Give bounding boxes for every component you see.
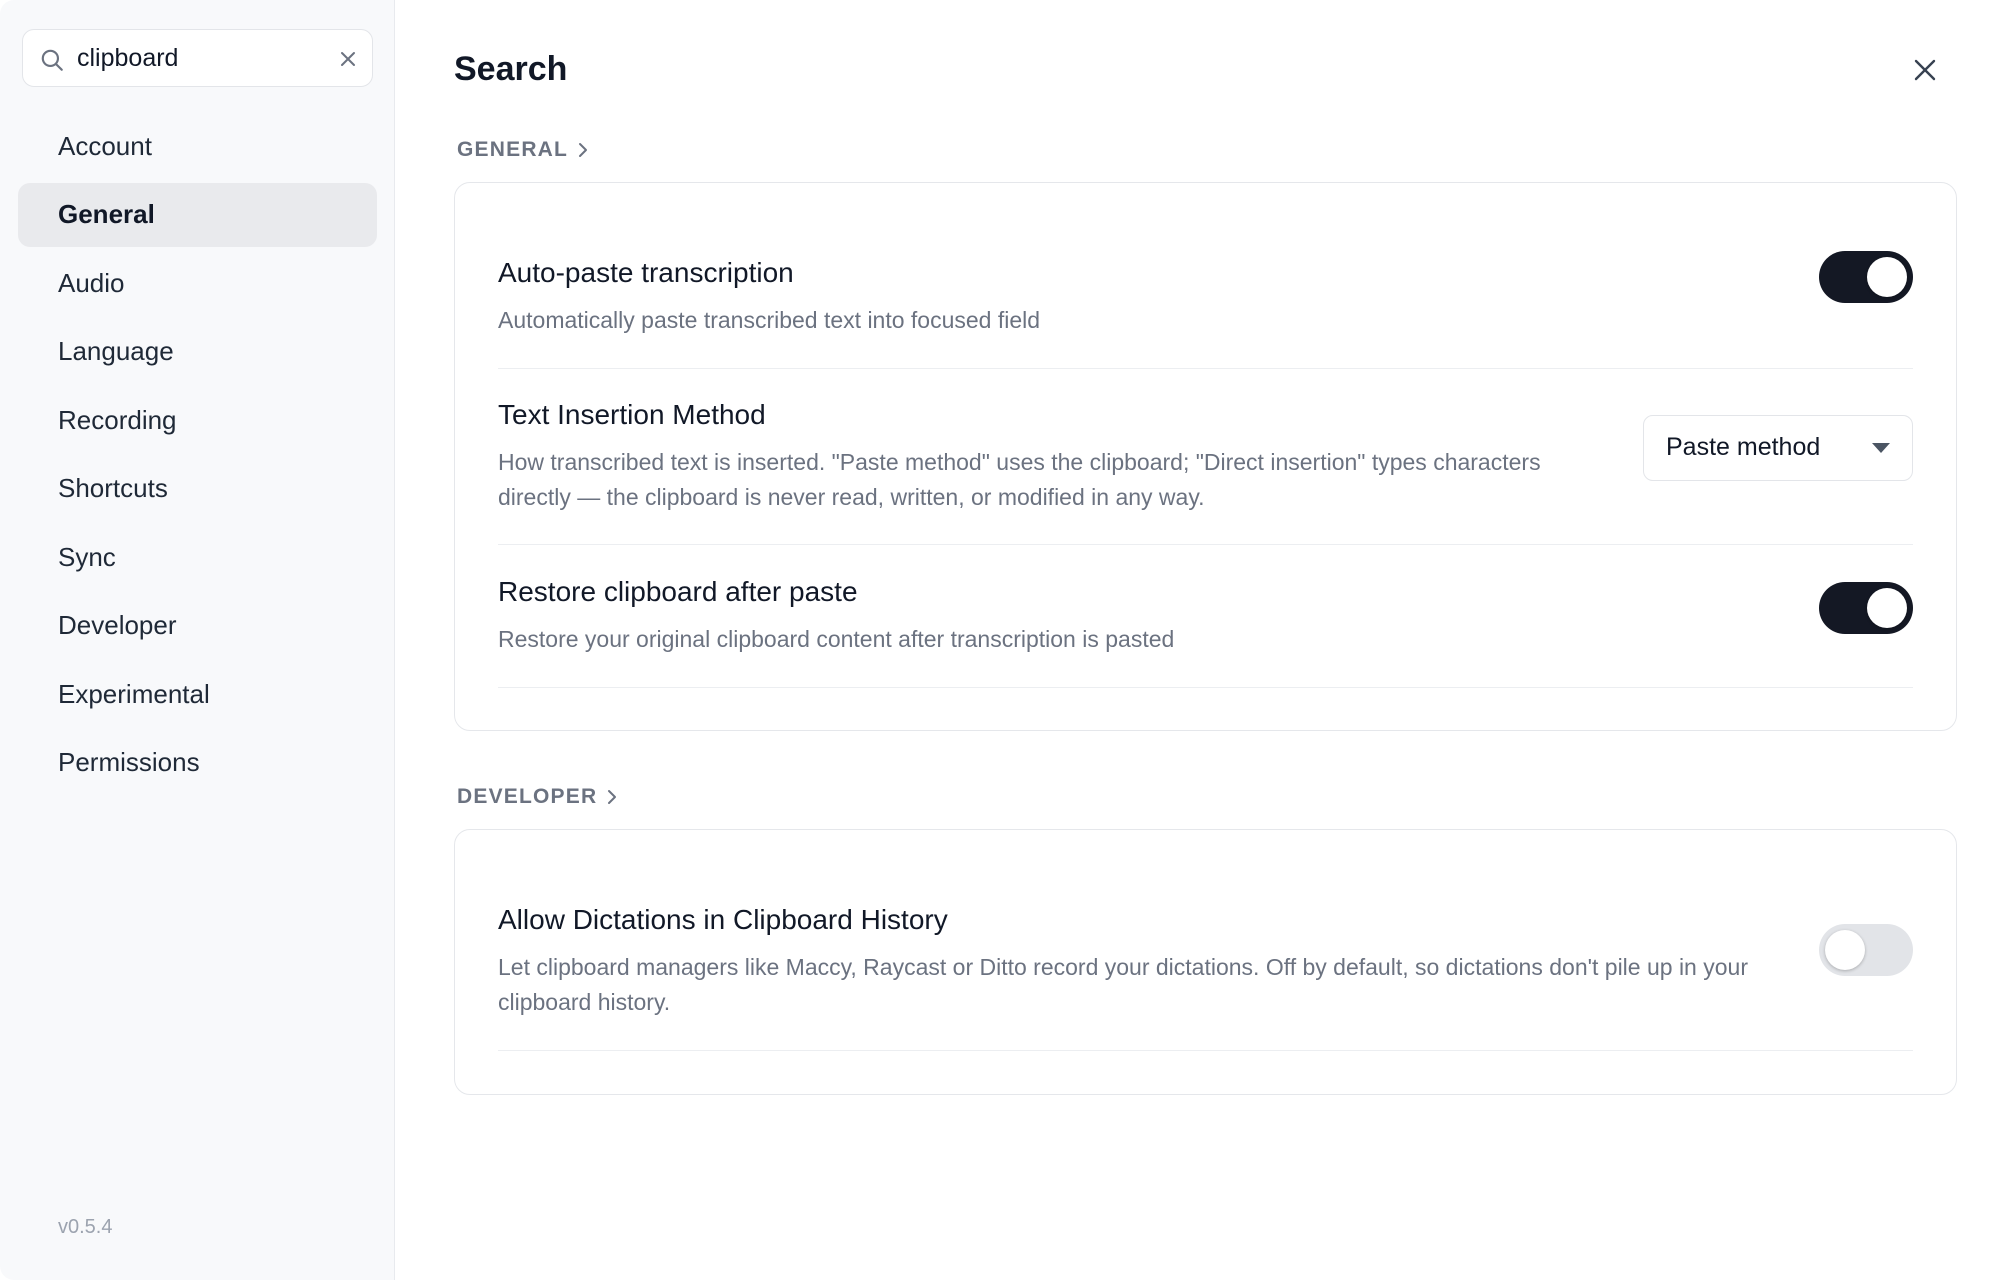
sidebar-item-developer[interactable]: Developer	[18, 594, 377, 658]
sidebar-item-audio[interactable]: Audio	[18, 251, 377, 315]
setting-row-auto-paste: Auto-paste transcription Automatically p…	[498, 226, 1913, 369]
sidebar: Account General Audio Language Recording…	[0, 0, 395, 1280]
setting-text: Allow Dictations in Clipboard History Le…	[498, 904, 1798, 1020]
setting-description: Restore your original clipboard content …	[498, 625, 1175, 652]
setting-description: Automatically paste transcribed text int…	[498, 306, 1041, 333]
sidebar-item-label: Account	[58, 130, 152, 161]
sidebar-item-label: Experimental	[58, 678, 210, 709]
section-label: GENERAL	[457, 138, 569, 161]
version-label: v0.5.4	[58, 1216, 113, 1238]
section-label: DEVELOPER	[457, 785, 598, 808]
main-panel: Search GENERAL Auto-paste transcription …	[395, 0, 2016, 1280]
sidebar-item-label: Sync	[58, 541, 116, 572]
setting-title: Allow Dictations in Clipboard History	[498, 903, 948, 935]
sidebar-item-label: General	[58, 199, 155, 229]
text-insertion-method-select[interactable]: Paste method	[1643, 414, 1913, 481]
toggle-knob	[1867, 257, 1907, 297]
search-input[interactable]	[77, 30, 337, 86]
sidebar-item-recording[interactable]: Recording	[18, 388, 377, 452]
auto-paste-toggle[interactable]	[1819, 251, 1913, 303]
close-button[interactable]	[1907, 52, 1943, 88]
clipboard-history-toggle[interactable]	[1819, 924, 1913, 976]
sidebar-item-account[interactable]: Account	[18, 114, 377, 178]
settings-window: Account General Audio Language Recording…	[0, 0, 2016, 1280]
sidebar-item-label: Language	[58, 336, 174, 366]
setting-text: Restore clipboard after paste Restore yo…	[498, 576, 1174, 657]
sidebar-item-permissions[interactable]: Permissions	[18, 731, 377, 795]
setting-row-text-insertion: Text Insertion Method How transcribed te…	[498, 369, 1913, 545]
setting-row-restore-clipboard: Restore clipboard after paste Restore yo…	[498, 545, 1913, 688]
developer-settings-card: Allow Dictations in Clipboard History Le…	[454, 829, 1957, 1095]
sidebar-item-shortcuts[interactable]: Shortcuts	[18, 457, 377, 521]
sidebar-item-label: Audio	[58, 267, 125, 298]
sidebar-item-label: Developer	[58, 610, 177, 640]
setting-row-clipboard-history: Allow Dictations in Clipboard History Le…	[498, 873, 1913, 1051]
search-icon	[41, 49, 63, 71]
sidebar-nav: Account General Audio Language Recording…	[18, 114, 377, 799]
toggle-knob	[1867, 588, 1907, 628]
setting-description: How transcribed text is inserted. "Paste…	[498, 448, 1541, 510]
section-header-developer[interactable]: DEVELOPER	[457, 785, 619, 809]
sidebar-item-label: Permissions	[58, 747, 200, 777]
general-settings-card: Auto-paste transcription Automatically p…	[454, 182, 1957, 731]
select-value: Paste method	[1666, 433, 1821, 461]
sidebar-item-label: Shortcuts	[58, 473, 168, 503]
close-icon	[1914, 59, 1936, 81]
chevron-right-icon	[579, 143, 588, 157]
setting-text: Auto-paste transcription Automatically p…	[498, 257, 1040, 338]
dropdown-arrow-icon	[1872, 442, 1890, 453]
search-box[interactable]	[22, 29, 373, 87]
setting-title: Text Insertion Method	[498, 398, 766, 430]
sidebar-item-language[interactable]: Language	[18, 320, 377, 384]
setting-title: Auto-paste transcription	[498, 256, 794, 288]
sidebar-item-label: Recording	[58, 404, 177, 435]
clear-search-icon[interactable]	[338, 49, 358, 69]
toggle-knob	[1825, 930, 1865, 970]
page-title: Search	[454, 50, 568, 88]
setting-title: Restore clipboard after paste	[498, 575, 858, 607]
restore-clipboard-toggle[interactable]	[1819, 582, 1913, 634]
sidebar-item-sync[interactable]: Sync	[18, 525, 377, 589]
chevron-right-icon	[608, 790, 617, 804]
sidebar-item-experimental[interactable]: Experimental	[18, 662, 377, 726]
sidebar-item-general[interactable]: General	[18, 182, 377, 247]
setting-description: Let clipboard managers like Maccy, Rayca…	[498, 953, 1748, 1015]
section-header-general[interactable]: GENERAL	[457, 138, 590, 162]
setting-text: Text Insertion Method How transcribed te…	[498, 399, 1548, 515]
